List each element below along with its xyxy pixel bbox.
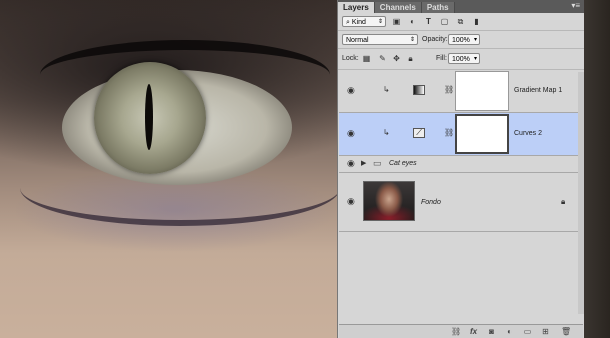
- clipping-arrow-icon: ↳: [383, 128, 390, 137]
- filter-kind-value: Kind: [351, 19, 366, 26]
- layer-group-cat-eyes[interactable]: ◉ ▶ ▭ Cat eyes: [339, 156, 583, 173]
- smart-object-filter-icon[interactable]: ⧉: [456, 17, 465, 26]
- new-layer-icon[interactable]: ⊞: [541, 327, 550, 336]
- search-icon: ⌕: [346, 19, 350, 26]
- panel-tabs: Layers Channels Paths ▾≡: [338, 0, 584, 13]
- lock-icon: 🔒︎: [561, 197, 566, 206]
- blend-mode-dropdown[interactable]: Normal ⇕: [342, 34, 418, 45]
- trash-icon[interactable]: 🗑︎: [561, 327, 571, 336]
- layer-mask-thumbnail[interactable]: [455, 71, 509, 111]
- filter-kind-dropdown[interactable]: ⌕ Kind ⇕: [342, 16, 386, 27]
- eye-visibility-icon[interactable]: ◉: [347, 159, 357, 168]
- tab-channels[interactable]: Channels: [374, 2, 422, 13]
- chevron-down-icon: ▾: [473, 37, 477, 43]
- chevron-down-icon: ⇕: [409, 37, 415, 43]
- chevron-down-icon: ⇕: [377, 19, 383, 25]
- layer-fondo[interactable]: ◉ Fondo 🔒︎: [339, 173, 583, 232]
- layer-gradient-map-1[interactable]: ◉ ↳ ⛓ Gradient Map 1: [339, 70, 583, 113]
- canvas-right-edge: [584, 0, 610, 338]
- filter-toggle-icon[interactable]: ▮: [472, 17, 481, 26]
- opacity-input[interactable]: 100% ▾: [448, 34, 480, 45]
- adjustment-icon[interactable]: ◐: [505, 327, 514, 336]
- layers-panel: Layers Channels Paths ▾≡ ⌕ Kind ⇕ ▣ ◐ T …: [337, 0, 584, 338]
- blend-mode-value: Normal: [346, 37, 369, 44]
- fx-icon[interactable]: fx: [469, 327, 478, 336]
- shape-filter-icon[interactable]: ▢: [440, 17, 449, 26]
- lock-pixels-icon[interactable]: ✎: [378, 54, 387, 63]
- filter-row: ⌕ Kind ⇕ ▣ ◐ T ▢ ⧉ ▮: [338, 13, 584, 31]
- eye-visibility-icon[interactable]: ◉: [347, 86, 357, 95]
- lock-position-icon[interactable]: ✥: [392, 54, 401, 63]
- curves-icon: ⟋: [413, 128, 425, 138]
- chevron-down-icon: ▾: [473, 56, 477, 62]
- layer-curves-2[interactable]: ◉ ↳ ⟋ ⛓ Curves 2: [339, 113, 583, 156]
- blend-row: Normal ⇕ Opacity: 100% ▾: [338, 31, 584, 49]
- layer-name: Curves 2: [514, 130, 543, 137]
- tab-layers[interactable]: Layers: [338, 2, 375, 13]
- layers-bottom-bar: ⛓ fx ◙ ◐ ▭ ⊞ 🗑︎: [339, 324, 583, 338]
- folder-icon[interactable]: ▭: [523, 327, 532, 336]
- eye-visibility-icon[interactable]: ◉: [347, 197, 357, 206]
- lower-lid: [20, 150, 340, 226]
- layer-mask-thumbnail[interactable]: [455, 114, 509, 154]
- folder-icon: ▭: [373, 158, 382, 168]
- image-filter-icon[interactable]: ▣: [392, 17, 401, 26]
- layer-name: Fondo: [421, 199, 441, 206]
- layer-thumbnail[interactable]: [363, 181, 415, 221]
- opacity-value: 100%: [452, 37, 470, 44]
- layer-name: Gradient Map 1: [514, 87, 563, 94]
- fill-label: Fill:: [436, 55, 447, 62]
- layer-name: Cat eyes: [389, 160, 417, 167]
- lock-row: Lock: ▦ ✎ ✥ 🔒︎ Fill: 100% ▾: [338, 49, 584, 70]
- expand-arrow-icon[interactable]: ▶: [361, 159, 366, 167]
- lock-label: Lock:: [342, 55, 359, 62]
- clipping-arrow-icon: ↳: [383, 85, 390, 94]
- lock-transparency-icon[interactable]: ▦: [362, 54, 371, 63]
- adjustment-filter-icon[interactable]: ◐: [408, 17, 417, 26]
- text-filter-icon[interactable]: T: [424, 17, 433, 26]
- mask-icon[interactable]: ◙: [487, 327, 496, 336]
- upper-lashes: [40, 40, 330, 110]
- fill-value: 100%: [452, 56, 470, 63]
- fill-input[interactable]: 100% ▾: [448, 53, 480, 64]
- tab-paths[interactable]: Paths: [421, 2, 455, 13]
- layers-scrollbar[interactable]: [578, 72, 584, 314]
- lock-all-icon[interactable]: 🔒︎: [406, 54, 415, 63]
- link-icon[interactable]: ⛓: [444, 85, 454, 94]
- link-icon[interactable]: ⛓: [444, 128, 454, 137]
- eye-visibility-icon[interactable]: ◉: [347, 129, 357, 138]
- gradient-map-icon: [413, 85, 425, 95]
- panel-menu-icon[interactable]: ▾≡: [571, 1, 580, 10]
- opacity-label: Opacity:: [422, 36, 448, 43]
- link-icon[interactable]: ⛓: [451, 327, 461, 336]
